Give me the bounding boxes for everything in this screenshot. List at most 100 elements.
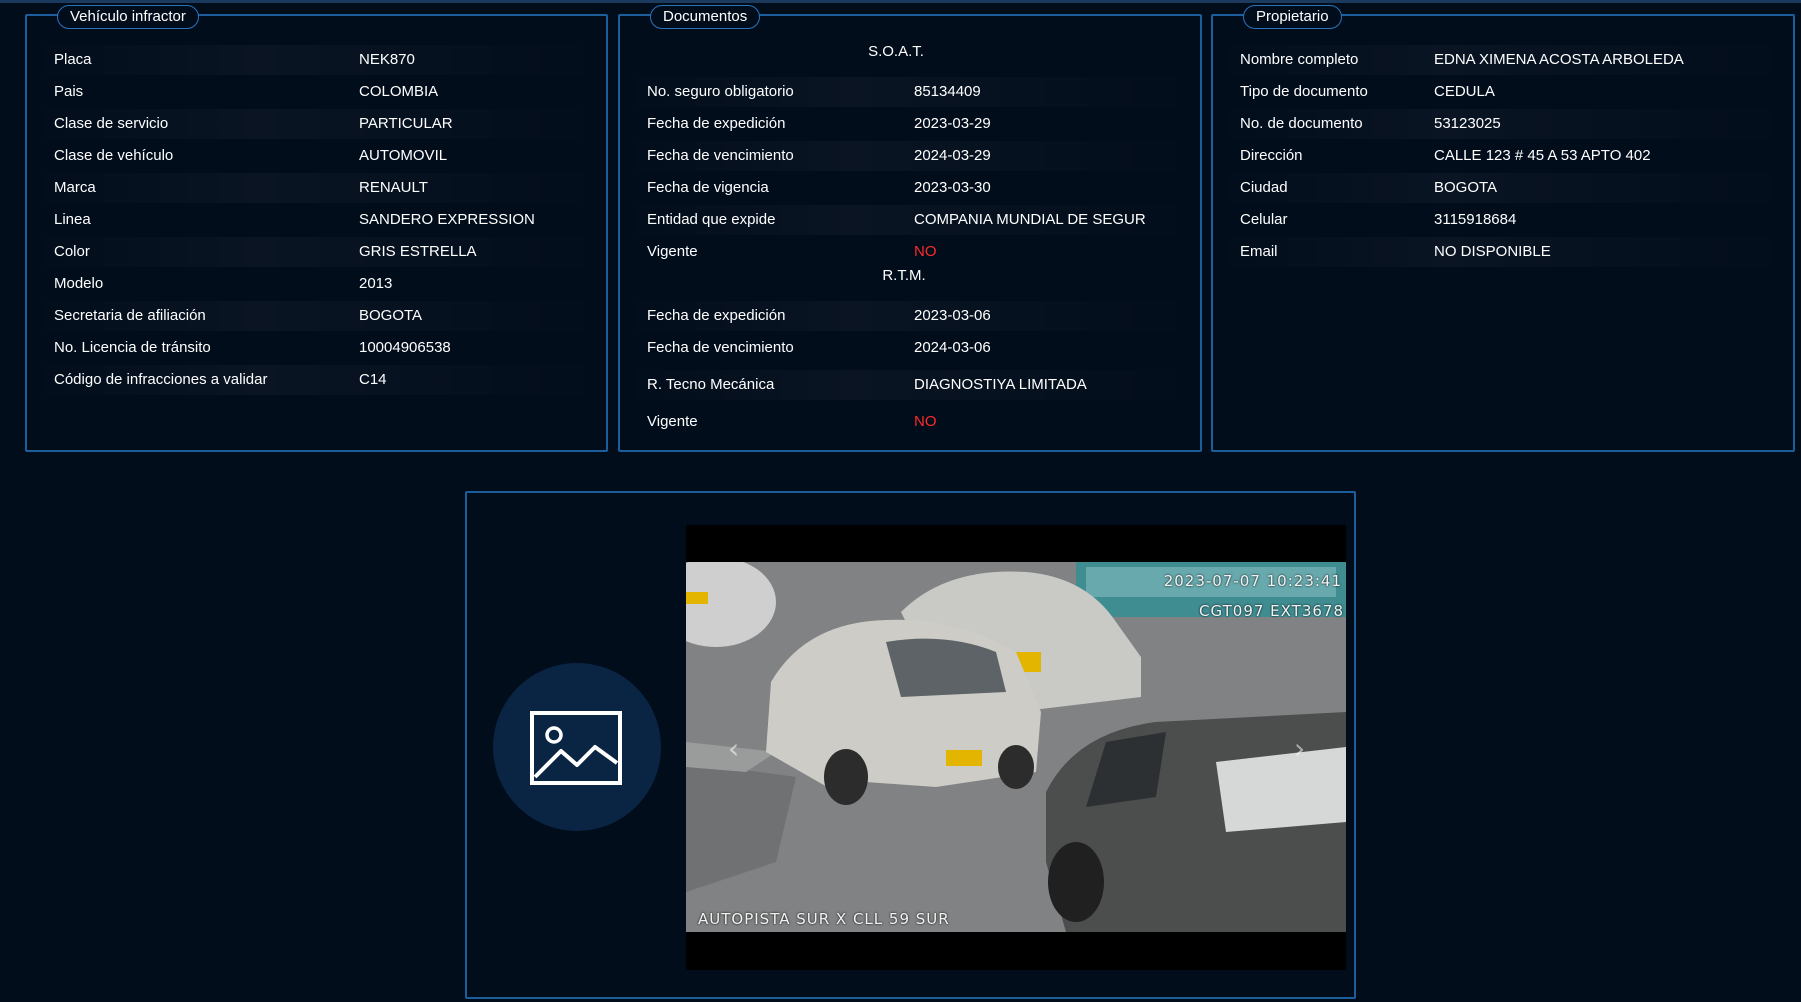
owner-field-label: Ciudad [1240,179,1288,196]
vehicle-field-value: SANDERO EXPRESSION [359,211,535,228]
vehicle-field-value: AUTOMOVIL [359,147,448,164]
vehicle-field-row: Modelo 2013 [27,269,606,299]
soat-field-value: 2024-03-29 [914,147,991,164]
vehicle-field-value: RENAULT [359,179,428,196]
vehicle-field-label: Marca [54,179,96,196]
owner-field-row: No. de documento 53123025 [1213,109,1793,139]
owner-field-row: Celular 3115918684 [1213,205,1793,235]
vehicle-field-label: Clase de servicio [54,115,169,132]
soat-field-label: Vigente [647,243,698,260]
vehicle-field-row: Secretaria de afiliación BOGOTA [27,301,606,331]
vehicle-panel-title: Vehículo infractor [57,5,199,29]
soat-field-row: No. seguro obligatorio 85134409 [620,77,1200,107]
rtm-section-title: R.T.M. [882,267,926,284]
soat-field-row: Fecha de expedición 2023-03-29 [620,109,1200,139]
vehicle-field-label: Pais [54,83,84,100]
owner-field-row: Email NO DISPONIBLE [1213,237,1793,267]
owner-panel-title: Propietario [1243,5,1342,29]
vehicle-field-value: BOGOTA [359,307,423,324]
traffic-camera-photo: 2023-07-07 10:23:41 CGT097 EXT3678 AUTOP… [686,562,1346,932]
vehicle-field-row: Clase de servicio PARTICULAR [27,109,606,139]
rtm-field-row: R. Tecno Mecánica DIAGNOSTIYA LIMITADA [620,370,1200,400]
owner-field-row: Tipo de documento CEDULA [1213,77,1793,107]
vehicle-field-row: Código de infracciones a validar C14 [27,365,606,395]
rtm-field-label: Fecha de vencimiento [647,339,794,356]
rtm-field-label: Fecha de expedición [647,307,786,324]
soat-field-row: Fecha de vigencia 2023-03-30 [620,173,1200,203]
owner-field-value: CEDULA [1434,83,1495,100]
owner-field-value: EDNA XIMENA ACOSTA ARBOLEDA [1434,51,1684,68]
rtm-field-label: R. Tecno Mecánica [647,376,775,393]
owner-field-value: CALLE 123 # 45 A 53 APTO 402 [1434,147,1651,164]
owner-field-label: Celular [1240,211,1288,228]
vehicle-field-value: NEK870 [359,51,415,68]
owner-field-value: BOGOTA [1434,179,1498,196]
chevron-right-icon[interactable]: › [1294,732,1305,765]
soat-field-value: NO [914,243,937,260]
rtm-field-value: DIAGNOSTIYA LIMITADA [914,376,1087,393]
vehicle-field-value: C14 [359,371,387,388]
chevron-left-icon[interactable]: ‹ [728,732,739,765]
owner-field-label: Dirección [1240,147,1303,164]
vehicle-field-label: Secretaria de afiliación [54,307,206,324]
owner-panel: Propietario Nombre completo EDNA XIMENA A… [1211,5,1795,452]
vehicle-field-row: Pais COLOMBIA [27,77,606,107]
owner-field-row: Dirección CALLE 123 # 45 A 53 APTO 402 [1213,141,1793,171]
vehicle-field-label: Linea [54,211,91,228]
vehicle-field-label: Color [54,243,90,260]
owner-field-value: 53123025 [1434,115,1501,132]
vehicle-field-value: COLOMBIA [359,83,439,100]
soat-field-label: Fecha de expedición [647,115,786,132]
vehicle-field-row: Placa NEK870 [27,45,606,75]
owner-field-label: No. de documento [1240,115,1363,132]
rtm-field-row: Vigente NO [620,407,1200,437]
evidence-panel: 2023-07-07 10:23:41 CGT097 EXT3678 AUTOP… [465,491,1356,999]
vehicle-field-value: PARTICULAR [359,115,453,132]
vehicle-field-label: Clase de vehículo [54,147,174,164]
soat-field-value: COMPANIA MUNDIAL DE SEGUR [914,211,1146,228]
capture-location: AUTOPISTA SUR X CLL 59 SUR [698,910,950,928]
soat-field-label: Fecha de vigencia [647,179,769,196]
rtm-field-value: 2023-03-06 [914,307,991,324]
owner-field-row: Nombre completo EDNA XIMENA ACOSTA ARBOLE… [1213,45,1793,75]
rtm-field-value: 2024-03-06 [914,339,991,356]
documents-panel: Documentos S.O.A.T. No. seguro obligator… [618,5,1202,452]
evidence-image-viewer[interactable]: 2023-07-07 10:23:41 CGT097 EXT3678 AUTOP… [686,525,1346,970]
vehicle-field-label: No. Licencia de tránsito [54,339,211,356]
documents-panel-title: Documentos [650,5,761,29]
vehicle-field-value: GRIS ESTRELLA [359,243,477,260]
rtm-field-row: Fecha de expedición 2023-03-06 [620,301,1200,331]
soat-field-row: Entidad que expide COMPANIA MUNDIAL DE SE… [620,205,1200,235]
vehicle-field-value: 2013 [359,275,393,292]
capture-timestamp: 2023-07-07 10:23:41 [1163,572,1342,590]
soat-field-value: 85134409 [914,83,981,100]
soat-field-value: 2023-03-30 [914,179,991,196]
image-placeholder[interactable] [493,663,661,831]
vehicle-field-row: Color GRIS ESTRELLA [27,237,606,267]
soat-section-title: S.O.A.T. [868,43,924,60]
vehicle-panel: Vehículo infractor Placa NEK870 Pais COLOMB… [25,5,608,452]
owner-field-row: Ciudad BOGOTA [1213,173,1793,203]
top-divider [0,0,1801,3]
soat-field-label: Fecha de vencimiento [647,147,794,164]
soat-field-label: No. seguro obligatorio [647,83,794,100]
vehicle-field-row: Clase de vehículo AUTOMOVIL [27,141,606,171]
image-icon [530,711,622,785]
vehicle-field-row: Marca RENAULT [27,173,606,203]
vehicle-field-label: Código de infracciones a validar [54,371,268,388]
soat-field-value: 2023-03-29 [914,115,991,132]
rtm-field-value: NO [914,413,937,430]
rtm-field-row: Fecha de vencimiento 2024-03-06 [620,333,1200,363]
owner-field-label: Tipo de documento [1240,83,1368,100]
rtm-field-label: Vigente [647,413,698,430]
vehicle-field-value: 10004906538 [359,339,451,356]
vehicle-field-row: No. Licencia de tránsito 10004906538 [27,333,606,363]
vehicle-field-label: Modelo [54,275,104,292]
camera-id: CGT097 EXT3678 [1199,602,1344,620]
owner-field-label: Email [1240,243,1278,260]
soat-field-label: Entidad que expide [647,211,776,228]
soat-field-row: Fecha de vencimiento 2024-03-29 [620,141,1200,171]
vehicle-field-label: Placa [54,51,92,68]
owner-field-label: Nombre completo [1240,51,1359,68]
soat-field-row: Vigente NO [620,237,1200,267]
